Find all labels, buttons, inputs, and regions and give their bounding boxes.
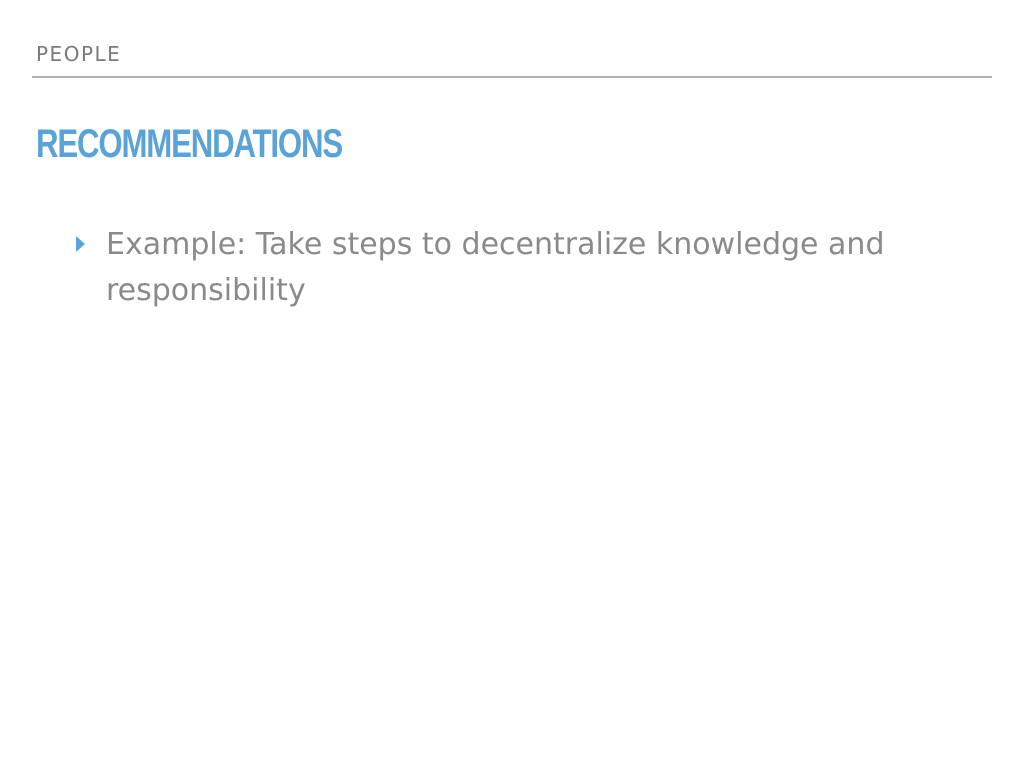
bullet-text: Example: Take steps to decentralize know… xyxy=(106,227,885,308)
slide: PEOPLE RECOMMENDATIONS Example: Take ste… xyxy=(0,0,1024,768)
bullet-list: Example: Take steps to decentralize know… xyxy=(76,222,956,314)
triangle-right-icon xyxy=(76,236,85,252)
section-label: PEOPLE xyxy=(36,42,122,66)
bullet-item: Example: Take steps to decentralize know… xyxy=(76,222,956,314)
header-divider xyxy=(32,76,992,78)
slide-title: RECOMMENDATIONS xyxy=(36,122,343,166)
